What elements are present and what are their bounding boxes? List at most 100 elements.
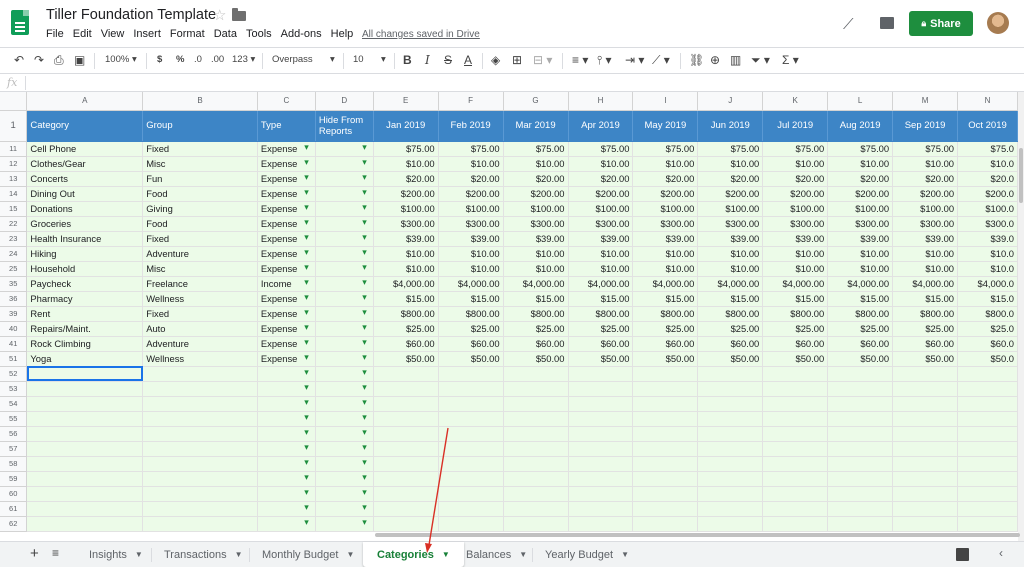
dropdown-cell[interactable] [315,411,374,427]
budget-amount-cell[interactable]: $10.0 [957,261,1018,277]
empty-cell[interactable] [503,366,569,382]
row-number[interactable]: 40 [0,321,28,337]
empty-cell[interactable] [373,411,439,427]
column-header-m[interactable]: M [892,92,959,111]
budget-amount-cell[interactable]: $50.00 [697,351,764,367]
budget-amount-cell[interactable]: $300.0 [957,216,1018,232]
empty-cell[interactable] [827,516,894,532]
group-cell[interactable]: Fixed [142,141,258,157]
empty-cell[interactable] [568,441,634,457]
empty-cell[interactable] [957,366,1018,382]
hide-from-reports-dropdown-cell[interactable] [315,201,374,217]
budget-amount-cell[interactable]: $10.00 [697,261,764,277]
budget-amount-cell[interactable]: $60.00 [827,336,894,352]
empty-cell[interactable] [632,516,699,532]
header-cell[interactable]: Oct 2019 [957,110,1018,142]
budget-amount-cell[interactable]: $50.00 [632,351,699,367]
empty-cell[interactable] [827,396,894,412]
row-number[interactable]: 11 [0,141,28,157]
empty-cell[interactable] [632,381,699,397]
hide-from-reports-dropdown-cell[interactable] [315,246,374,262]
budget-amount-cell[interactable]: $39.00 [438,231,504,247]
row-number[interactable]: 51 [0,351,28,367]
header-cell[interactable]: May 2019 [632,110,699,142]
empty-cell[interactable] [892,381,959,397]
row-number[interactable]: 54 [0,396,28,412]
hide-from-reports-dropdown-cell[interactable] [315,186,374,202]
budget-amount-cell[interactable]: $800.00 [827,306,894,322]
dropdown-cell[interactable] [315,426,374,442]
type-dropdown-cell[interactable]: Expense [257,306,316,322]
column-header-a[interactable]: A [26,92,144,111]
empty-cell[interactable] [26,501,144,517]
budget-amount-cell[interactable]: $300.00 [892,216,959,232]
hide-from-reports-dropdown-cell[interactable] [315,231,374,247]
row-number[interactable]: 25 [0,261,28,277]
budget-amount-cell[interactable]: $25.00 [438,321,504,337]
budget-amount-cell[interactable]: $4,000.00 [373,276,439,292]
type-dropdown-cell[interactable]: Expense [257,156,316,172]
budget-amount-cell[interactable]: $75.00 [827,141,894,157]
empty-cell[interactable] [26,516,144,532]
vertical-align-icon[interactable]: ⫯ ▾ [597,53,612,68]
empty-cell[interactable] [373,486,439,502]
hide-from-reports-dropdown-cell[interactable] [315,156,374,172]
row-number[interactable]: 62 [0,516,28,532]
tab-transactions[interactable]: Transactions ▼ [164,542,242,567]
budget-amount-cell[interactable]: $60.00 [892,336,959,352]
group-cell[interactable]: Adventure [142,246,258,262]
budget-amount-cell[interactable]: $75.00 [697,141,764,157]
budget-amount-cell[interactable]: $39.00 [568,231,634,247]
empty-cell[interactable] [762,426,829,442]
hide-from-reports-dropdown-cell[interactable] [315,141,374,157]
budget-amount-cell[interactable]: $10.00 [632,246,699,262]
empty-cell[interactable] [438,396,504,412]
row-number[interactable]: 12 [0,156,28,172]
budget-amount-cell[interactable]: $20.00 [438,171,504,187]
budget-amount-cell[interactable]: $10.00 [568,261,634,277]
group-cell[interactable]: Auto [142,321,258,337]
type-dropdown-cell[interactable]: Expense [257,231,316,247]
empty-cell[interactable] [892,516,959,532]
empty-cell[interactable] [892,486,959,502]
merge-cells-icon[interactable]: ⊟ ▾ [533,53,552,67]
empty-cell[interactable] [827,381,894,397]
empty-cell[interactable] [762,381,829,397]
empty-cell[interactable] [697,456,764,472]
column-header-d[interactable]: D [315,92,374,111]
category-cell[interactable]: Groceries [26,216,144,232]
budget-amount-cell[interactable]: $200.00 [697,186,764,202]
empty-cell[interactable] [892,501,959,517]
budget-amount-cell[interactable]: $800.00 [697,306,764,322]
type-dropdown-cell[interactable]: Expense [257,261,316,277]
budget-amount-cell[interactable]: $20.00 [632,171,699,187]
text-wrapping-icon[interactable]: ⇥ ▾ [625,53,644,67]
category-cell[interactable]: Concerts [26,171,144,187]
empty-cell[interactable] [827,366,894,382]
currency-format-button[interactable]: $ [157,54,162,65]
empty-cell[interactable] [957,411,1018,427]
budget-amount-cell[interactable]: $200.00 [827,186,894,202]
budget-amount-cell[interactable]: $100.00 [762,201,829,217]
empty-cell[interactable] [373,396,439,412]
header-cell[interactable]: Hide From Reports [315,110,374,142]
budget-amount-cell[interactable]: $10.00 [438,156,504,172]
budget-amount-cell[interactable]: $300.00 [568,216,634,232]
empty-cell[interactable] [373,501,439,517]
category-cell[interactable]: Repairs/Maint. [26,321,144,337]
dropdown-cell[interactable] [257,381,316,397]
row-number[interactable]: 14 [0,186,28,202]
budget-amount-cell[interactable]: $75.00 [632,141,699,157]
tab-balances[interactable]: Balances ▼ [466,542,527,567]
budget-amount-cell[interactable]: $4,000.00 [892,276,959,292]
empty-cell[interactable] [697,381,764,397]
hide-from-reports-dropdown-cell[interactable] [315,171,374,187]
empty-cell[interactable] [438,441,504,457]
budget-amount-cell[interactable]: $60.0 [957,336,1018,352]
column-header-f[interactable]: F [438,92,504,111]
header-cell[interactable]: Apr 2019 [568,110,634,142]
row-number[interactable]: 59 [0,471,28,487]
empty-cell[interactable] [142,426,258,442]
row-number[interactable]: 60 [0,486,28,502]
budget-amount-cell[interactable]: $4,000.00 [827,276,894,292]
